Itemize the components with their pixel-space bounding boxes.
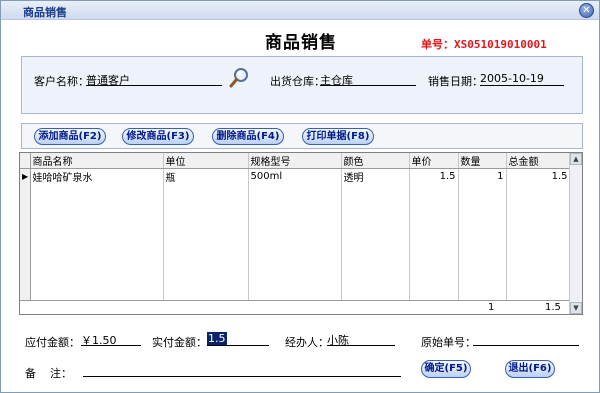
- cell-price[interactable]: 1.5: [409, 168, 459, 184]
- totals-row: 1 1.5: [20, 300, 570, 314]
- column-header[interactable]: 单位: [163, 153, 249, 169]
- delete-item-button[interactable]: 删除商品(F4): [212, 128, 284, 145]
- column-header[interactable]: 单价: [409, 153, 459, 169]
- total-quantity: 1: [488, 302, 495, 313]
- original-no-field[interactable]: [473, 332, 579, 346]
- close-icon[interactable]: ✕: [579, 3, 594, 18]
- customer-label: 客户名称：: [34, 75, 89, 88]
- column-header[interactable]: 规格型号: [248, 153, 342, 169]
- paid-label: 实付金额：: [152, 336, 207, 349]
- row-pointer-icon: ▶: [20, 168, 31, 184]
- handler-field[interactable]: 小陈: [327, 332, 395, 347]
- search-icon[interactable]: [228, 66, 250, 90]
- print-button[interactable]: 打印单据(F8): [302, 128, 374, 145]
- scroll-down-icon[interactable]: ▼: [570, 302, 582, 314]
- toolbar: 添加商品(F2) 修改商品(F3) 删除商品(F4) 打印单据(F8): [21, 123, 583, 149]
- date-field[interactable]: 2005-10-19: [480, 72, 564, 86]
- handler-label: 经办人：: [285, 336, 329, 349]
- warehouse-label: 出货仓库：: [270, 75, 325, 88]
- cell-unit[interactable]: 瓶: [163, 168, 249, 184]
- note-label: 备 注：: [25, 367, 72, 380]
- sales-window: 商品销售 ✕ 商品销售 单号：XS051019010001 客户名称： 普通客户…: [0, 0, 600, 393]
- window-title: 商品销售: [23, 6, 67, 19]
- grid-header-row: 商品名称 单位 规格型号 颜色 单价 数量 总金额: [20, 153, 571, 169]
- column-header[interactable]: 数量: [458, 153, 507, 169]
- customer-field[interactable]: 普通客户: [86, 72, 222, 87]
- date-label: 销售日期：: [428, 75, 483, 88]
- ok-button[interactable]: 确定(F5): [421, 360, 471, 378]
- note-field[interactable]: [83, 363, 401, 377]
- cell-amount[interactable]: 1.5: [506, 168, 571, 184]
- cell-quantity[interactable]: 1: [458, 168, 507, 184]
- order-number: 单号：XS051019010001: [421, 38, 547, 51]
- cell-color[interactable]: 透明: [341, 168, 410, 184]
- row-selector-header: [20, 153, 31, 169]
- info-panel: 客户名称： 普通客户 出货仓库： 主仓库 销售日期： 2005-10-19: [21, 56, 583, 114]
- paid-value: 1.5: [207, 332, 227, 345]
- edit-item-button[interactable]: 修改商品(F3): [122, 128, 194, 145]
- original-no-label: 原始单号：: [421, 336, 476, 349]
- column-header[interactable]: 商品名称: [30, 153, 164, 169]
- table-row[interactable]: ▶ 娃哈哈矿泉水 瓶 500ml 透明 1.5 1 1.5: [20, 168, 571, 184]
- column-header[interactable]: 总金额: [506, 153, 571, 169]
- paid-field[interactable]: 1.5: [207, 332, 269, 346]
- cell-name[interactable]: 娃哈哈矿泉水: [30, 168, 164, 184]
- payable-label: 应付金额：: [25, 336, 80, 349]
- vertical-scrollbar[interactable]: ▲ ▼: [569, 153, 582, 314]
- empty-rows: [20, 184, 571, 314]
- warehouse-field[interactable]: 主仓库: [320, 72, 416, 87]
- title-bar: 商品销售 ✕: [1, 1, 599, 20]
- cell-spec[interactable]: 500ml: [248, 168, 342, 184]
- items-grid[interactable]: 商品名称 单位 规格型号 颜色 单价 数量 总金额 ▶ 娃哈哈矿泉水 瓶 500…: [19, 152, 583, 315]
- total-amount: 1.5: [545, 302, 561, 313]
- add-item-button[interactable]: 添加商品(F2): [34, 128, 106, 145]
- exit-button[interactable]: 退出(F6): [505, 360, 555, 378]
- scroll-up-icon[interactable]: ▲: [570, 153, 582, 165]
- column-header[interactable]: 颜色: [341, 153, 410, 169]
- payable-field: ￥1.50: [81, 332, 141, 347]
